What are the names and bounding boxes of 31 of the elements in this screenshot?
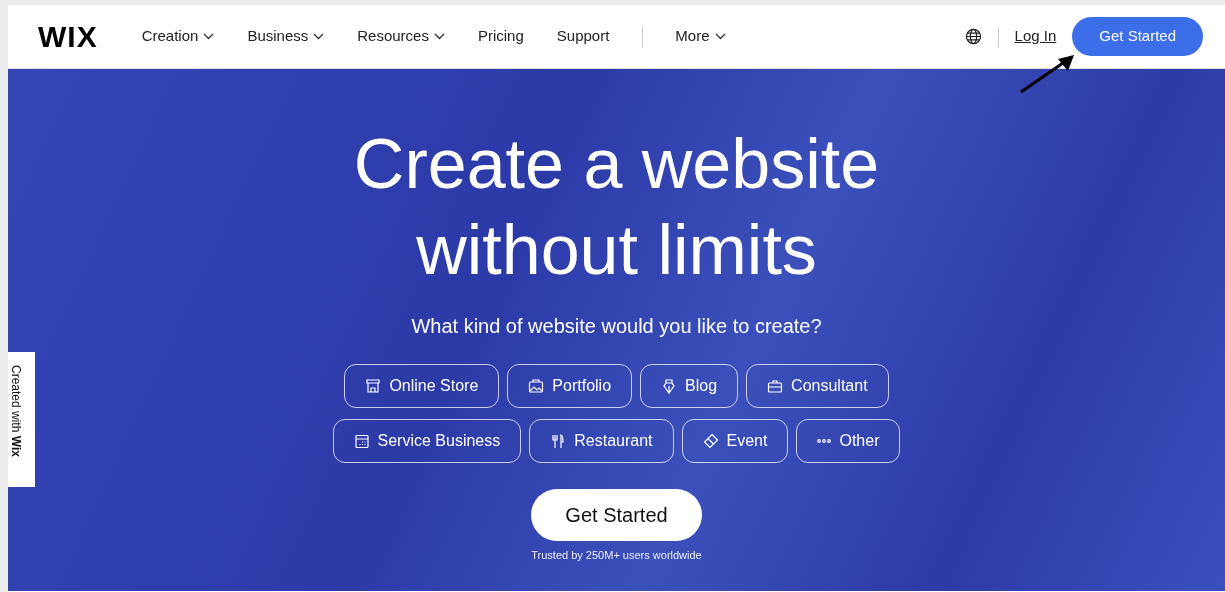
category-button[interactable]: Event — [681, 419, 789, 463]
more-dots-icon — [817, 439, 832, 443]
fork-knife-icon — [550, 433, 567, 449]
nav-link[interactable]: Resources — [357, 25, 445, 48]
nav-link[interactable]: Creation — [141, 25, 215, 48]
annotation-arrow — [1018, 53, 1076, 95]
briefcase-icon — [767, 378, 784, 394]
category-button[interactable]: Portfolio — [507, 364, 633, 408]
hero-title: Create a website without limits — [352, 124, 881, 291]
category-button[interactable]: Consultant — [746, 364, 889, 408]
trusted-text: Trusted by 250M+ users worldwide — [530, 548, 703, 563]
nav-link[interactable]: Support — [556, 25, 610, 48]
category-button[interactable]: Other — [796, 419, 901, 463]
login-link[interactable]: Log In — [1014, 25, 1057, 48]
logo[interactable]: WIX — [38, 14, 98, 59]
category-button[interactable]: Service Business — [332, 419, 522, 463]
globe-icon[interactable] — [964, 28, 982, 45]
category-button[interactable]: Blog — [640, 364, 739, 408]
side-tab-label[interactable]: Created with Wix — [8, 352, 35, 487]
hero-subtitle: What kind of website would you like to create? — [410, 314, 823, 339]
calendar-icon — [353, 433, 370, 449]
ticket-icon — [702, 433, 719, 449]
category-button[interactable]: Restaurant — [529, 419, 674, 463]
store-icon — [365, 378, 382, 394]
nav-link[interactable]: Business — [247, 25, 325, 48]
get-started-button[interactable]: Get Started — [1072, 17, 1203, 56]
category-button[interactable]: Online Store — [344, 364, 500, 408]
picture-icon — [528, 378, 545, 394]
nav-link[interactable]: More — [675, 25, 726, 48]
get-started-button[interactable]: Get Started — [531, 489, 702, 541]
nav-link[interactable]: Pricing — [477, 25, 524, 48]
